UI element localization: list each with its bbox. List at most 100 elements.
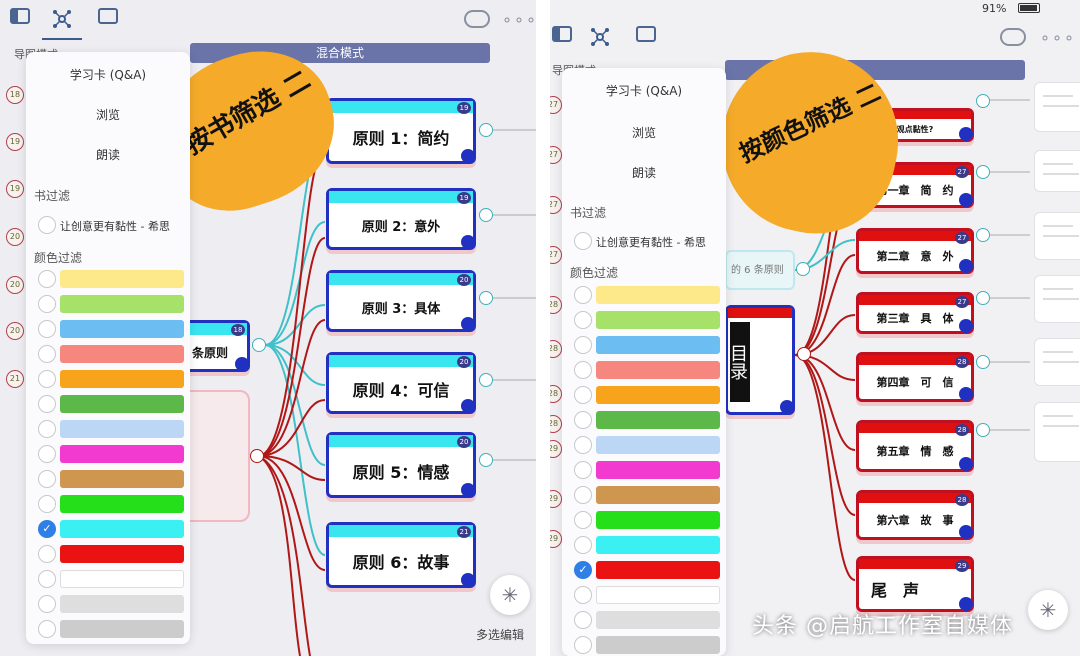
expand-corner-icon[interactable]	[959, 457, 973, 471]
color-swatch[interactable]	[596, 386, 720, 404]
mindmap-node[interactable]: 20 原则 3：具体	[326, 270, 476, 332]
color-filter-radio[interactable]	[574, 461, 592, 479]
color-filter-radio[interactable]	[574, 411, 592, 429]
color-filter-radio[interactable]	[38, 320, 56, 338]
collapse-toggle-icon[interactable]	[976, 228, 990, 242]
color-filter-radio[interactable]	[38, 270, 56, 288]
book-filter-radio[interactable]	[38, 216, 56, 234]
menu-item-qa-cards[interactable]: 学习卡 (Q&A)	[562, 82, 726, 99]
toc-node[interactable]: 目录	[725, 305, 795, 415]
mindmap-node[interactable]: 19 原则 2：意外	[326, 188, 476, 250]
collapse-toggle-icon[interactable]	[479, 373, 493, 387]
color-swatch[interactable]	[60, 545, 184, 563]
color-filter-radio[interactable]	[574, 436, 592, 454]
color-filter-radio[interactable]	[38, 295, 56, 313]
expand-corner-icon[interactable]	[461, 483, 475, 497]
color-filter-radio[interactable]	[574, 586, 592, 604]
color-swatch[interactable]	[60, 295, 184, 313]
color-swatch[interactable]	[596, 436, 720, 454]
color-swatch[interactable]	[60, 395, 184, 413]
expand-corner-icon[interactable]	[461, 399, 475, 413]
collapse-toggle-icon[interactable]	[976, 165, 990, 179]
color-swatch[interactable]	[60, 270, 184, 288]
expand-corner-icon[interactable]	[959, 259, 973, 273]
expand-corner-icon[interactable]	[235, 357, 249, 371]
expand-corner-icon[interactable]	[461, 573, 475, 587]
color-filter-radio[interactable]	[574, 311, 592, 329]
color-filter-radio[interactable]	[38, 370, 56, 388]
color-filter-radio[interactable]	[574, 286, 592, 304]
expand-corner-icon[interactable]	[959, 525, 973, 539]
mindmap-node[interactable]: 28 第五章 情 感	[856, 420, 974, 472]
color-filter-radio[interactable]	[38, 395, 56, 413]
color-filter-radio[interactable]	[38, 595, 56, 613]
color-swatch[interactable]	[596, 311, 720, 329]
expand-corner-icon[interactable]	[959, 127, 973, 141]
mindmap-node[interactable]: 28 第六章 故 事	[856, 490, 974, 540]
mindmap-node[interactable]: 19 原则 1：简约	[326, 98, 476, 164]
mindmap-node[interactable]: 21 原则 6：故事	[326, 522, 476, 588]
book-filter-label[interactable]: 让创意更有黏性 - 希思	[596, 234, 706, 250]
mindmap-node[interactable]: 27 第二章 意 外	[856, 228, 974, 274]
color-filter-radio[interactable]	[38, 470, 56, 488]
mindmap-node[interactable]: 20 原则 5：情感	[326, 432, 476, 498]
color-filter-radio[interactable]	[38, 620, 56, 638]
collapse-toggle-icon[interactable]	[479, 123, 493, 137]
color-swatch[interactable]	[596, 361, 720, 379]
expand-corner-icon[interactable]	[959, 193, 973, 207]
color-swatch[interactable]	[596, 561, 720, 579]
color-filter-radio[interactable]	[38, 445, 56, 463]
expand-corner-icon[interactable]	[959, 387, 973, 401]
color-filter-radio[interactable]	[574, 386, 592, 404]
color-swatch[interactable]	[60, 320, 184, 338]
color-swatch[interactable]	[596, 511, 720, 529]
collapse-toggle-icon[interactable]	[976, 291, 990, 305]
color-swatch[interactable]	[60, 595, 184, 613]
color-filter-radio[interactable]	[38, 570, 56, 588]
expand-corner-icon[interactable]	[780, 400, 794, 414]
color-swatch[interactable]	[596, 586, 720, 604]
menu-item-qa-cards[interactable]: 学习卡 (Q&A)	[26, 66, 190, 83]
faded-branch-node[interactable]: 的 6 条原则	[725, 250, 795, 290]
color-swatch[interactable]	[60, 420, 184, 438]
mindmap-node[interactable]: 28 第四章 可 信	[856, 352, 974, 402]
color-swatch[interactable]	[60, 520, 184, 538]
color-filter-radio[interactable]	[38, 420, 56, 438]
menu-item-read-aloud[interactable]: 朗读	[562, 164, 726, 181]
color-filter-radio[interactable]	[574, 536, 592, 554]
color-swatch[interactable]	[60, 345, 184, 363]
collapse-toggle-icon[interactable]	[797, 347, 811, 361]
collapse-toggle-icon[interactable]	[250, 449, 264, 463]
color-filter-radio[interactable]	[38, 545, 56, 563]
mindmap-node[interactable]: 27 第三章 具 体	[856, 292, 974, 334]
color-filter-radio[interactable]	[574, 611, 592, 629]
expand-corner-icon[interactable]	[959, 319, 973, 333]
expand-corner-icon[interactable]	[461, 317, 475, 331]
expand-corner-icon[interactable]	[461, 149, 475, 163]
mindmap-node[interactable]: 29 尾 声	[856, 556, 974, 612]
collapse-toggle-icon[interactable]	[976, 423, 990, 437]
menu-item-browse[interactable]: 浏览	[562, 124, 726, 141]
color-swatch[interactable]	[596, 536, 720, 554]
color-swatch[interactable]	[596, 461, 720, 479]
expand-corner-icon[interactable]	[461, 235, 475, 249]
collapse-toggle-icon[interactable]	[796, 262, 810, 276]
sparkle-fab-icon[interactable]: ✳	[490, 575, 530, 615]
color-swatch[interactable]	[596, 636, 720, 654]
color-swatch[interactable]	[596, 336, 720, 354]
menu-item-read-aloud[interactable]: 朗读	[26, 146, 190, 163]
collapse-toggle-icon[interactable]	[976, 355, 990, 369]
color-swatch[interactable]	[60, 495, 184, 513]
color-swatch[interactable]	[60, 570, 184, 588]
collapse-toggle-icon[interactable]	[479, 453, 493, 467]
color-swatch[interactable]	[596, 411, 720, 429]
collapse-toggle-icon[interactable]	[976, 94, 990, 108]
color-filter-radio[interactable]: ✓	[574, 561, 592, 579]
color-swatch[interactable]	[60, 445, 184, 463]
color-filter-radio[interactable]	[38, 495, 56, 513]
mindmap-node[interactable]: 20 原则 4：可信	[326, 352, 476, 414]
color-swatch[interactable]	[60, 470, 184, 488]
book-filter-label[interactable]: 让创意更有黏性 - 希思	[60, 218, 170, 234]
color-swatch[interactable]	[60, 370, 184, 388]
color-filter-radio[interactable]	[38, 345, 56, 363]
